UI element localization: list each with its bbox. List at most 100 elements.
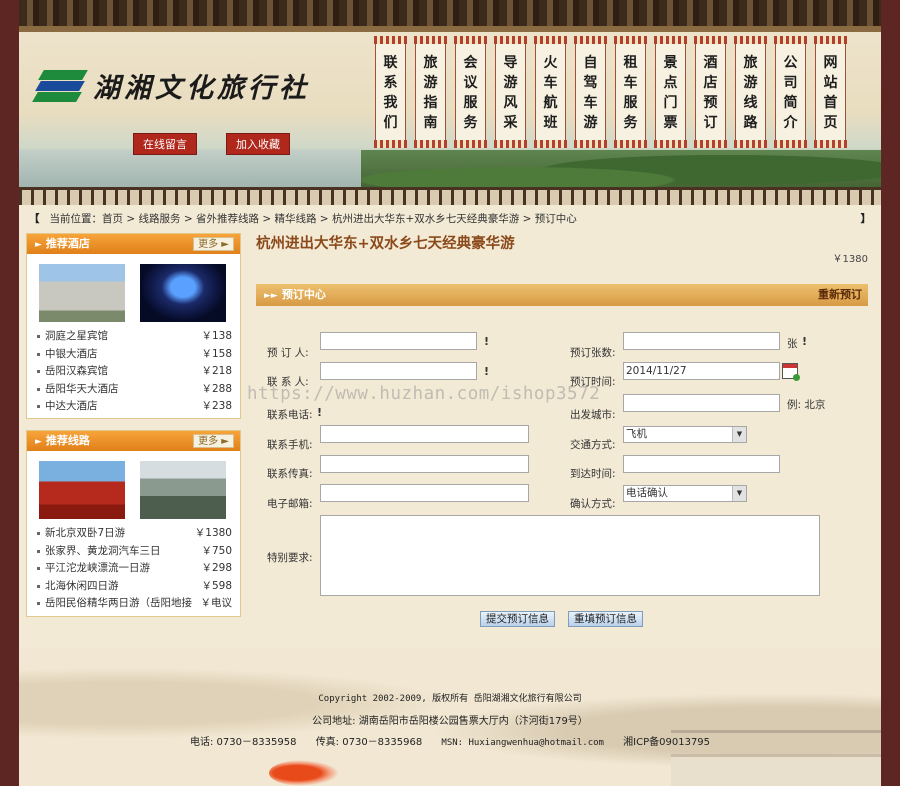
company-address: 公司地址: 湖南岳阳市岳阳楼公园售票大厅内（汴河街179号） (312, 716, 588, 727)
fax-input[interactable] (320, 455, 529, 473)
route-price: ￥1380 (190, 525, 232, 543)
hotel-photo[interactable] (39, 264, 125, 322)
nav-label: 旅游线路 (743, 55, 758, 131)
nav-label: 景点门票 (663, 55, 678, 131)
list-item[interactable]: 新北京双卧7日游 ￥1380 (37, 525, 232, 543)
nav-hotel-booking[interactable]: 酒店预订 (694, 36, 727, 148)
transport-select[interactable]: 飞机 ▼ (623, 426, 747, 443)
list-item[interactable]: 岳阳华天大酒店 ￥288 (37, 380, 232, 398)
contact-info: 电话: 0730－8335958 传真: 0730－8335968 MSN: H… (19, 733, 881, 748)
breadcrumb-featured[interactable]: 精华线路 (274, 213, 316, 225)
booker-input[interactable] (320, 332, 477, 350)
route-list: 新北京双卧7日游 ￥1380 张家界、黄龙洞汽车三日 ￥750 平江沱龙峡漂流一日游… (27, 525, 240, 613)
breadcrumb-prefix: 当前位置： (49, 213, 103, 225)
mobile-input[interactable] (320, 425, 529, 443)
list-item[interactable]: 岳阳民俗精华两日游（岳阳地接 ￥电议 (37, 595, 232, 613)
required-mark: ! (317, 406, 323, 419)
breadcrumb-sep: > (123, 213, 139, 225)
route-photo[interactable] (39, 461, 125, 519)
more-routes-button[interactable]: 更多 ► (193, 434, 234, 448)
nav-label: 会议服务 (463, 55, 478, 131)
nav-self-drive[interactable]: 自驾车游 (574, 36, 607, 148)
contact-input[interactable] (320, 362, 477, 380)
chevron-down-icon: ▼ (732, 486, 746, 501)
route-name[interactable]: 张家界、黄龙洞汽车三日 (45, 545, 161, 557)
panel-header: ► 推荐线路 更多 ► (27, 431, 240, 451)
email-input[interactable] (320, 484, 529, 502)
nav-meeting[interactable]: 会议服务 (454, 36, 487, 148)
confirm-method-select[interactable]: 电话确认 ▼ (623, 485, 747, 502)
roof-tiles (19, 0, 881, 32)
count-input[interactable] (623, 332, 780, 350)
section-header: ►► 预订中心 重新预订 (256, 284, 868, 306)
nav-contact[interactable]: 联系我们 (374, 36, 407, 148)
hotel-name[interactable]: 岳阳华天大酒店 (45, 383, 119, 395)
nav-label: 网站首页 (823, 55, 838, 131)
footer-fax: 传真: 0730－8335968 (315, 737, 423, 748)
route-name[interactable]: 新北京双卧7日游 (45, 527, 125, 539)
main-nav: 联系我们 旅游指南 会议服务 导游风采 火车航班 自驾车游 租车服务 景点门票 … (374, 36, 855, 148)
hotel-pictures (27, 254, 240, 328)
recommended-routes-panel: ► 推荐线路 更多 ► 新北京双卧7日游 ￥1380 张家界、黄龙洞汽车三日 ￥750… (26, 430, 241, 617)
online-message-button[interactable]: 在线留言 (133, 133, 197, 155)
breadcrumb-out-province[interactable]: 省外推荐线路 (196, 213, 259, 225)
calendar-icon[interactable] (782, 363, 800, 381)
nav-routes[interactable]: 旅游线路 (734, 36, 767, 148)
nav-tickets[interactable]: 景点门票 (654, 36, 687, 148)
list-item[interactable]: 张家界、黄龙洞汽车三日 ￥750 (37, 542, 232, 560)
route-name[interactable]: 北海休闲四日游 (45, 580, 119, 592)
submit-booking-button[interactable]: 提交预订信息 (480, 611, 555, 627)
nav-label: 自驾车游 (583, 55, 598, 131)
list-item[interactable]: 中达大酒店 ￥238 (37, 398, 232, 416)
nav-guides[interactable]: 导游风采 (494, 36, 527, 148)
panel-title: 推荐酒店 (45, 237, 90, 250)
list-item[interactable]: 北海休闲四日游 ￥598 (37, 577, 232, 595)
double-arrow-icon: ► (35, 437, 42, 447)
arrival-time-input[interactable] (623, 455, 780, 473)
fence-decoration (19, 187, 881, 205)
breadcrumb-route-service[interactable]: 线路服务 (139, 213, 181, 225)
email-label: 电子邮箱: (267, 498, 313, 510)
footer-msn[interactable]: MSN: Huxiangwenhua@hotmail.com (441, 738, 604, 748)
special-textarea[interactable] (320, 515, 820, 596)
nav-car-rental[interactable]: 租车服务 (614, 36, 647, 148)
departure-city-input[interactable] (623, 394, 780, 412)
list-item[interactable]: 中银大酒店 ￥158 (37, 345, 232, 363)
nav-about[interactable]: 公司简介 (774, 36, 807, 148)
nav-trains-flights[interactable]: 火车航班 (534, 36, 567, 148)
list-item[interactable]: 平江沱龙峡漂流一日游 ￥298 (37, 560, 232, 578)
hotel-name[interactable]: 中达大酒店 (45, 400, 98, 412)
breadcrumb-sep: > (519, 213, 535, 225)
rebook-link[interactable]: 重新预订 (818, 284, 862, 306)
arrival-time-label: 到达时间: (570, 468, 616, 480)
hotel-name[interactable]: 洞庭之星宾馆 (45, 330, 108, 342)
breadcrumb-home[interactable]: 首页 (102, 213, 123, 225)
booking-time-input[interactable]: 2014/11/27 (623, 362, 780, 380)
list-item[interactable]: 洞庭之星宾馆 ￥138 (37, 328, 232, 346)
route-name[interactable]: 平江沱龙峡漂流一日游 (45, 562, 150, 574)
hotel-name[interactable]: 岳阳汉森宾馆 (45, 365, 108, 377)
more-hotels-button[interactable]: 更多 ► (193, 237, 234, 251)
breadcrumb-sep: > (316, 213, 332, 225)
nav-travel-guide[interactable]: 旅游指南 (414, 36, 447, 148)
booker-label: 预 订 人: (267, 347, 309, 359)
route-photo[interactable] (140, 461, 226, 519)
breadcrumb: 【 当前位置：首页 > 线路服务 > 省外推荐线路 > 精华线路 > 杭州进出大… (19, 209, 881, 229)
copyright: Copyright 2002-2009, 版权所有 岳阳湖湘文化旅行有限公司 (318, 694, 582, 704)
footer-icp[interactable]: 湘ICP备09013795 (623, 737, 710, 748)
hotel-price: ￥158 (197, 345, 232, 363)
double-arrow-icon: ► (35, 240, 42, 250)
route-name[interactable]: 岳阳民俗精华两日游（岳阳地接 (45, 597, 192, 609)
nav-label: 公司简介 (783, 55, 798, 131)
logo[interactable]: 湖湘文化旅行社 (32, 66, 310, 105)
add-favorite-button[interactable]: 加入收藏 (226, 133, 290, 155)
reset-booking-button[interactable]: 重填预订信息 (568, 611, 643, 627)
list-item[interactable]: 岳阳汉森宾馆 ￥218 (37, 363, 232, 381)
hotel-price: ￥138 (197, 328, 232, 346)
hotel-photo[interactable] (140, 264, 226, 322)
breadcrumb-tour[interactable]: 杭州进出大华东+双水乡七天经典豪华游 (332, 213, 519, 225)
hotel-name[interactable]: 中银大酒店 (45, 348, 98, 360)
breadcrumb-sep: > (258, 213, 275, 225)
nav-home[interactable]: 网站首页 (814, 36, 847, 148)
route-price: ￥750 (197, 542, 232, 560)
